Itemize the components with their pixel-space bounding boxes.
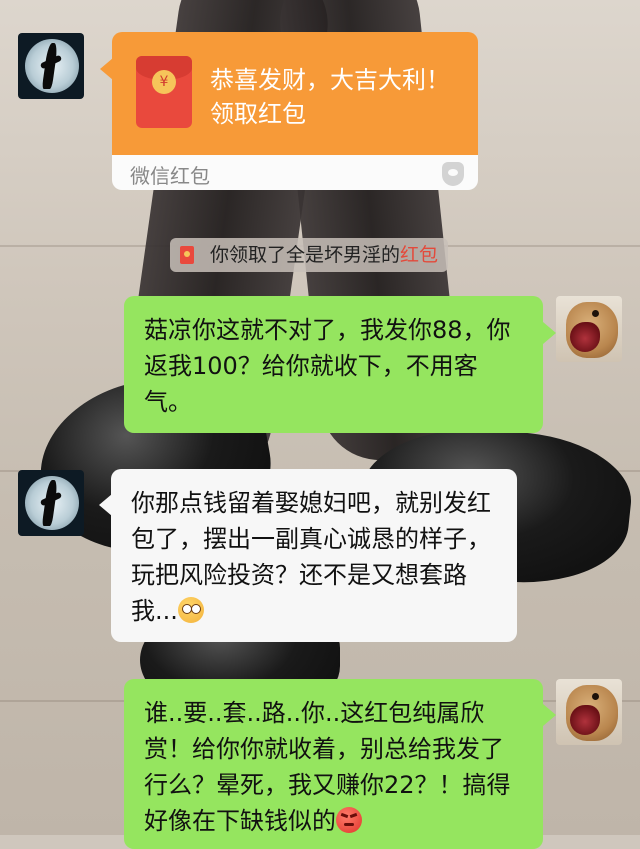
notice-text: 你领取了全是坏男淫的: [210, 244, 401, 266]
message-bubble-sent[interactable]: 谁..要..套..路..你..这红包纯属欣赏！给你你就收着，别总给我发了行么？晕…: [124, 679, 543, 849]
coin-icon: ¥: [152, 70, 176, 94]
contact-avatar[interactable]: [18, 470, 84, 536]
message-content: 你那点钱留着娶媳妇吧，就别发红包了，摆出一副真心诚恳的样子，玩把风险投资？还不是…: [111, 469, 517, 629]
red-packet-footer: 微信红包: [130, 164, 210, 188]
red-packet-action: 领取红包: [210, 100, 306, 128]
bubble-tail: [543, 704, 556, 726]
shield-icon: [442, 162, 464, 186]
message-content: 谁..要..套..路..你..这红包纯属欣赏！给你你就收着，别总给我发了行么？晕…: [124, 679, 543, 839]
message-bubble-received[interactable]: 你那点钱留着娶媳妇吧，就别发红包了，摆出一副真心诚恳的样子，玩把风险投资？还不是…: [111, 469, 517, 642]
notice-link-red-packet[interactable]: 红包: [400, 244, 438, 266]
my-avatar[interactable]: [556, 679, 622, 745]
angry-face-emoji: [336, 807, 362, 833]
flushed-face-emoji: [177, 597, 204, 623]
red-packet-icon: [180, 246, 194, 264]
bubble-tail: [543, 322, 556, 344]
my-avatar[interactable]: [556, 296, 622, 362]
red-packet-greeting: 恭喜发财，大吉大利！: [210, 66, 450, 94]
message-text: 菇凉你这就不对了，我发你88，你返我100？给你就收下，不用客气。: [144, 316, 511, 416]
red-envelope-icon: ¥: [136, 56, 192, 128]
red-packet-card[interactable]: ¥ 恭喜发财，大吉大利！ 领取红包 微信红包: [112, 32, 478, 190]
contact-avatar[interactable]: [18, 33, 84, 99]
message-bubble-sent[interactable]: 菇凉你这就不对了，我发你88，你返我100？给你就收下，不用客气。: [124, 296, 543, 433]
system-notice: 你领取了全是坏男淫的红包: [170, 238, 449, 272]
message-text: 谁..要..套..路..你..这红包纯属欣赏！给你你就收着，别总给我发了行么？晕…: [144, 699, 511, 835]
